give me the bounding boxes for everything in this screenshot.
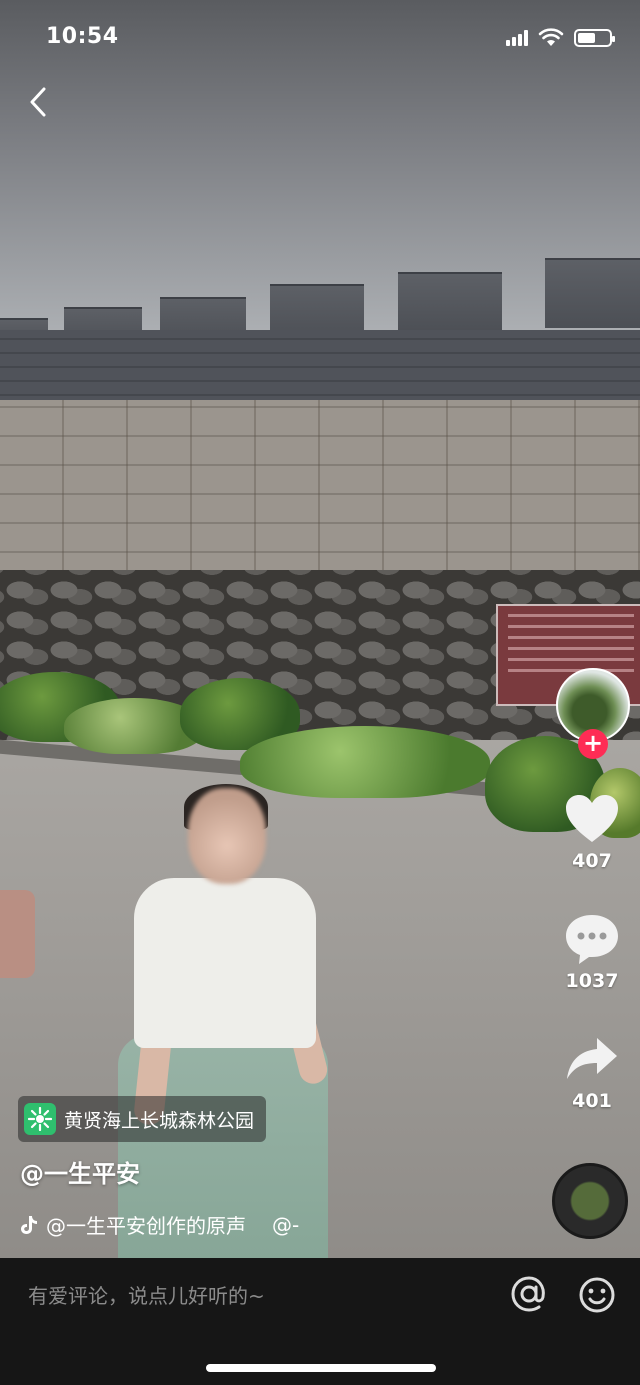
location-tag[interactable]: 黄贤海上长城森林公园: [18, 1096, 267, 1142]
author-name[interactable]: @一生平安: [20, 1154, 140, 1189]
share-button[interactable]: 401: [552, 1034, 632, 1112]
comment-button[interactable]: 1037: [552, 912, 632, 992]
like-button[interactable]: 407: [552, 792, 632, 872]
location-icon: [24, 1103, 56, 1135]
battery-level: [578, 33, 595, 43]
comment-bar: 有爱评论，说点儿好听的~: [0, 1258, 640, 1385]
comment-icon: [566, 915, 618, 964]
bush: [240, 726, 490, 798]
video-player[interactable]: [0, 0, 640, 1258]
wall-parapet: [0, 330, 640, 408]
emoji-icon[interactable]: [578, 1276, 616, 1314]
comment-input[interactable]: 有爱评论，说点儿好听的~: [28, 1280, 265, 1309]
at-icon[interactable]: [509, 1274, 549, 1314]
location-label: 黄贤海上长城森林公园: [64, 1109, 255, 1132]
wifi-icon: [538, 28, 564, 46]
status-icons: [506, 28, 615, 48]
back-arrow-icon[interactable]: [22, 84, 58, 120]
signal-icon: [506, 30, 528, 46]
tiktok-note-icon: [21, 1215, 37, 1234]
status-time: 10:54: [46, 24, 119, 49]
battery-icon: [574, 29, 615, 47]
heart-icon: [566, 795, 618, 842]
handbag: [0, 890, 35, 978]
brick-wall: [0, 400, 640, 580]
girl-top: [134, 878, 316, 1048]
like-count: 407: [572, 850, 612, 872]
follow-button[interactable]: +: [578, 729, 608, 759]
wall-merlon: [545, 258, 640, 328]
music-disc[interactable]: [552, 1163, 628, 1239]
share-count: 401: [572, 1090, 612, 1112]
music-info[interactable]: @一生平安创作的原声 @-: [20, 1210, 299, 1239]
home-indicator[interactable]: [206, 1364, 436, 1372]
share-icon: [567, 1038, 617, 1079]
girl-face-blurred: [188, 788, 266, 884]
comment-count: 1037: [565, 970, 619, 992]
music-title: @一生平安创作的原声: [46, 1214, 246, 1238]
music-title-tail: @-: [272, 1212, 300, 1237]
wall-merlon: [398, 272, 502, 334]
